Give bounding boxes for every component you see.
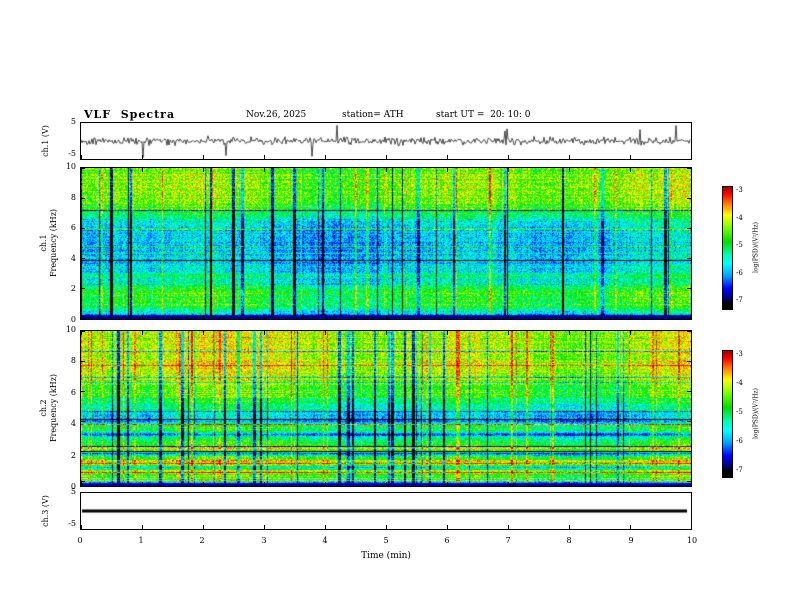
colorbar-ch2 (722, 350, 733, 478)
ch2-spec-ytick-6: 6 (70, 388, 76, 397)
ch2-spec-axis-label-line2: Frequency (kHz) (49, 373, 58, 443)
ch2-spectrogram-plot (81, 331, 691, 486)
ch2-spec-axis-label: ch.2 Frequency (kHz) (39, 358, 59, 458)
cb1-tick-4: -7 (736, 296, 743, 304)
xtick-8: 8 (566, 536, 572, 545)
x-axis-label: Time (min) (361, 551, 411, 561)
ch2-spec-ytick-4: 4 (70, 419, 76, 428)
vlf-spectra-figure: VLF Spectra Nov.26, 2025 station= ATH st… (0, 0, 792, 612)
date-label: Nov.26, 2025 (246, 110, 307, 120)
station-label: station= ATH (342, 110, 404, 120)
ch1-wave-axis-label: ch.1 (V) (41, 125, 50, 157)
ch2-spec-ytick-10: 10 (65, 325, 76, 334)
ch1-spec-ytick-0: 0 (70, 315, 76, 324)
ch1-spec-ytick-8: 8 (70, 193, 76, 202)
cb1-tick-1: -4 (736, 214, 743, 222)
ch1-waveform-panel (80, 122, 692, 160)
cb1-tick-2: -5 (736, 241, 743, 249)
xtick-10: 10 (686, 536, 698, 545)
ch1-spectrogram-plot (81, 168, 691, 319)
cb2-tick-0: -3 (736, 350, 743, 358)
ch3-wave-axis-label: ch.3 (V) (41, 495, 50, 527)
ch2-spec-ytick-2: 2 (70, 451, 76, 460)
cb1-label: log(PSD)/(V²/Hz) (752, 222, 760, 273)
cb1-tick-3: -6 (736, 269, 743, 277)
xtick-1: 1 (138, 536, 144, 545)
xtick-5: 5 (383, 536, 389, 545)
ch1-spec-axis-label: ch.1 Frequency (kHz) (39, 193, 59, 293)
ch1-spec-axis-label-line2: Frequency (kHz) (49, 208, 58, 278)
cb2-label: log(PSD)/(V²/Hz) (752, 388, 760, 439)
xtick-9: 9 (628, 536, 634, 545)
ch3-waveform-plot (81, 493, 691, 529)
ch1-spec-axis-label-line1: ch.1 (39, 234, 48, 252)
ch1-spec-ytick-10: 10 (65, 162, 76, 171)
ch3-waveform-panel (80, 492, 692, 530)
xtick-2: 2 (199, 536, 205, 545)
cb1-tick-0: -3 (736, 186, 743, 194)
cb2-tick-2: -5 (736, 408, 743, 416)
ch2-spec-ytick-8: 8 (70, 356, 76, 365)
ch3-wave-ytick-min: -5 (68, 519, 76, 528)
ch1-spec-ytick-2: 2 (70, 284, 76, 293)
ch1-waveform-plot (81, 123, 691, 159)
xtick-6: 6 (444, 536, 450, 545)
xtick-7: 7 (505, 536, 511, 545)
page-title: VLF Spectra (84, 108, 176, 121)
cb2-tick-3: -6 (736, 437, 743, 445)
ch2-spectrogram-panel (80, 330, 692, 487)
ch1-wave-ytick-min: -5 (68, 149, 76, 158)
ch2-spec-axis-label-line1: ch.2 (39, 399, 48, 417)
ch1-wave-ytick-max: 5 (70, 117, 76, 126)
ch1-spec-ytick-4: 4 (70, 254, 76, 263)
ch1-spectrogram-panel (80, 167, 692, 320)
start-ut-label: start UT = 20: 10: 0 (436, 110, 531, 120)
ch1-spec-ytick-6: 6 (70, 223, 76, 232)
colorbar-ch1 (722, 186, 733, 310)
cb2-tick-4: -7 (736, 466, 743, 474)
cb2-tick-1: -4 (736, 379, 743, 387)
xtick-4: 4 (322, 536, 328, 545)
xtick-3: 3 (261, 536, 267, 545)
ch3-wave-ytick-max: 5 (70, 487, 76, 496)
xtick-0: 0 (77, 536, 83, 545)
